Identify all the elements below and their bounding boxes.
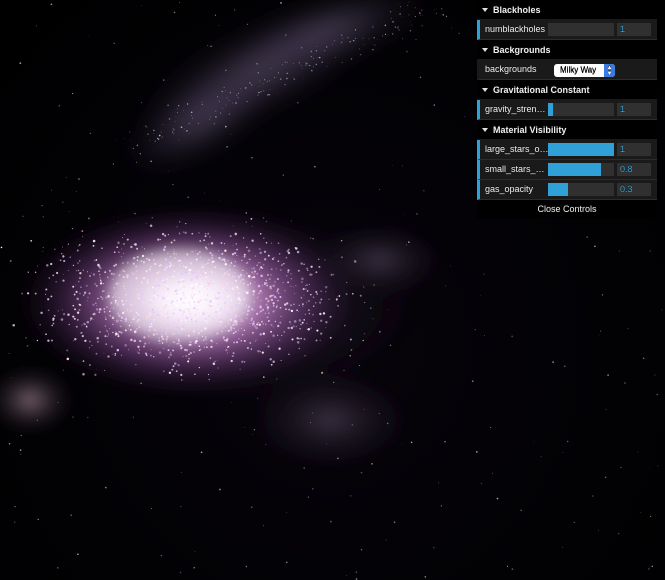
folder-title-material-visibility[interactable]: Material Visibility xyxy=(477,120,657,140)
slider-numblackholes[interactable] xyxy=(548,23,614,36)
control-label: backgrounds xyxy=(485,64,537,74)
caret-down-icon xyxy=(482,87,488,92)
slider-fill xyxy=(548,143,614,156)
control-label: small_stars_op... xyxy=(485,164,549,174)
caret-down-icon xyxy=(482,127,488,132)
controls-panel: Blackholes numblackholes 1 Backgrounds backg… xyxy=(477,0,657,218)
control-row-backgrounds: backgrounds Milky Way ▴ ▾ xyxy=(477,60,657,80)
control-row-numblackholes: numblackholes 1 xyxy=(477,20,657,40)
slider-gas-opacity[interactable] xyxy=(548,183,614,196)
control-row-large-stars-op: large_stars_op... 1 xyxy=(477,140,657,160)
backgrounds-select[interactable]: Milky Way ▴ ▾ xyxy=(554,64,615,77)
slider-fill xyxy=(548,183,568,196)
control-label: gravity_strength xyxy=(485,104,549,114)
folder-title-label: Backgrounds xyxy=(493,45,551,55)
control-label: large_stars_op... xyxy=(485,144,549,154)
value-input-gas-opacity[interactable]: 0.3 xyxy=(617,183,651,196)
control-label: numblackholes xyxy=(485,24,546,34)
folder-title-label: Gravitational Constant xyxy=(493,85,590,95)
up-down-arrows-icon: ▴ ▾ xyxy=(604,64,615,77)
slider-fill xyxy=(548,103,554,116)
close-controls-button[interactable]: Close Controls xyxy=(477,200,657,218)
control-row-small-stars-op: small_stars_op... 0.8 xyxy=(477,160,657,180)
folder-title-label: Blackholes xyxy=(493,5,541,15)
value-input-large-stars-op[interactable]: 1 xyxy=(617,143,651,156)
control-row-gravity-strength: gravity_strength 1 xyxy=(477,100,657,120)
control-label: gas_opacity xyxy=(485,184,534,194)
value-input-numblackholes[interactable]: 1 xyxy=(617,23,651,36)
value-input-small-stars-op[interactable]: 0.8 xyxy=(617,163,651,176)
caret-down-icon xyxy=(482,7,488,12)
select-value: Milky Way xyxy=(560,66,597,75)
folder-title-gravitational-constant[interactable]: Gravitational Constant xyxy=(477,80,657,100)
control-row-gas-opacity: gas_opacity 0.3 xyxy=(477,180,657,200)
slider-large-stars-op[interactable] xyxy=(548,143,614,156)
caret-down-icon xyxy=(482,47,488,52)
slider-fill xyxy=(548,163,601,176)
slider-small-stars-op[interactable] xyxy=(548,163,614,176)
slider-gravity-strength[interactable] xyxy=(548,103,614,116)
folder-title-backgrounds[interactable]: Backgrounds xyxy=(477,40,657,60)
folder-title-blackholes[interactable]: Blackholes xyxy=(477,0,657,20)
folder-title-label: Material Visibility xyxy=(493,125,567,135)
value-input-gravity-strength[interactable]: 1 xyxy=(617,103,651,116)
